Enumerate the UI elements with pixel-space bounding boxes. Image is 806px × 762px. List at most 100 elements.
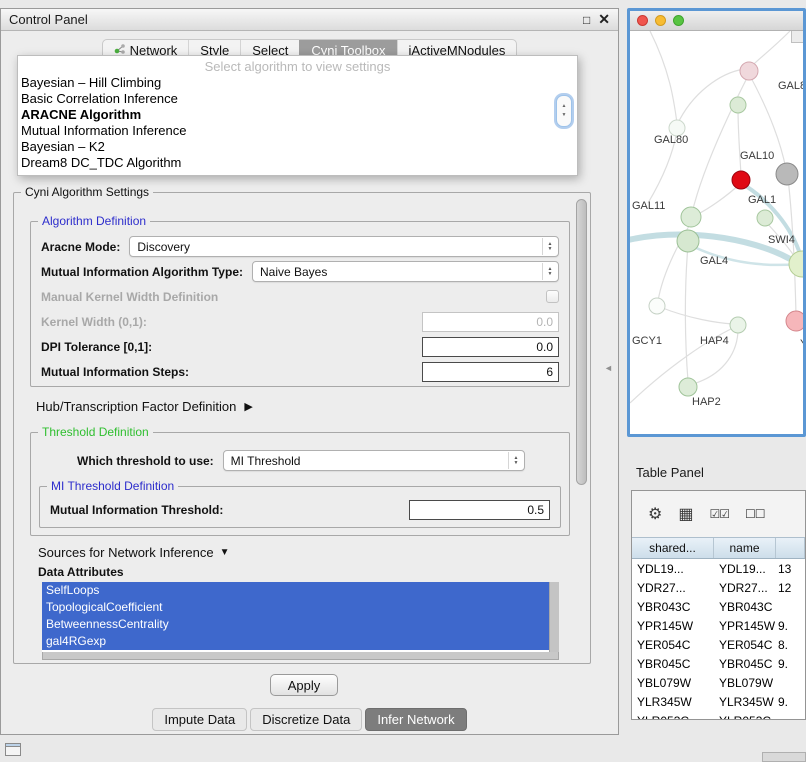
kernel-width-label: Kernel Width (0,1): — [41, 315, 147, 329]
threshold-definition-title: Threshold Definition — [38, 425, 153, 439]
column-header-name[interactable]: name — [714, 538, 776, 558]
network-node-gal11[interactable] — [681, 207, 701, 227]
algorithm-dropdown-popup: Select algorithm to view settings Bayesi… — [17, 55, 578, 176]
kernel-width-field[interactable]: 0.0 — [422, 312, 559, 332]
attribute-item-betweennesscentrality[interactable]: BetweennessCentrality — [42, 616, 549, 633]
node-label-gal11: GAL11 — [632, 200, 665, 212]
algorithm-option-dream8-dc-tdc-algorithm[interactable]: Dream8 DC_TDC Algorithm — [18, 155, 577, 171]
table-row[interactable]: YER054CYER054C8. — [632, 635, 805, 654]
control-panel-titlebar[interactable]: Control Panel □ ✕ — [1, 9, 618, 31]
algorithm-option-mutual-information-inference[interactable]: Mutual Information Inference — [18, 123, 577, 139]
minimize-traffic-light-icon[interactable] — [655, 15, 666, 26]
network-node[interactable] — [649, 298, 665, 314]
bottom-tab-impute-data[interactable]: Impute Data — [152, 708, 247, 731]
hub-definition-section[interactable]: Hub/Transcription Factor Definition ▶ — [36, 399, 253, 414]
network-edge — [751, 31, 790, 67]
close-icon[interactable]: ✕ — [598, 11, 610, 28]
network-node-gal4[interactable] — [677, 230, 699, 252]
algorithm-option-basic-correlation-inference[interactable]: Basic Correlation Inference — [18, 91, 577, 107]
network-canvas[interactable]: GAL8GAL80GAL10GAL11GAL1SWI4GAL4GCY1HAP4Y… — [630, 31, 803, 434]
float-window-icon[interactable]: □ — [583, 13, 590, 27]
table-row[interactable]: YBL079WYBL079W — [632, 673, 805, 692]
bottom-scrollbar-fragment[interactable] — [762, 752, 806, 762]
collapsed-arrow-icon[interactable]: ▶ — [244, 400, 252, 413]
table-panel-title: Table Panel — [636, 465, 704, 480]
apply-button[interactable]: Apply — [270, 674, 338, 696]
expanded-arrow-icon[interactable]: ▼ — [220, 547, 230, 558]
attribute-list-hscrollbar[interactable] — [42, 652, 559, 660]
table-cell: YBR045C — [714, 657, 776, 671]
sources-section[interactable]: Sources for Network Inference ▼ — [38, 545, 229, 560]
network-window-titlebar[interactable] — [630, 11, 803, 31]
table-body: YDL19...YDL19...13YDR27...YDR27...12YBR0… — [632, 559, 805, 720]
network-node[interactable] — [732, 171, 750, 189]
network-edge — [738, 108, 741, 176]
bottom-tab-discretize-data[interactable]: Discretize Data — [250, 708, 362, 731]
table-cell: YDL19... — [714, 562, 776, 576]
algorithm-option-bayesian-hill-climbing[interactable]: Bayesian – Hill Climbing — [18, 75, 577, 91]
table-row[interactable]: YBR045CYBR045C9. — [632, 654, 805, 673]
mi-steps-field[interactable]: 6 — [422, 362, 559, 382]
scrollbar-thumb[interactable] — [576, 199, 587, 485]
algorithm-option-aracne-algorithm[interactable]: ARACNE Algorithm — [18, 107, 577, 123]
select-all-icon[interactable]: ☑☑ — [709, 507, 729, 521]
mi-steps-label: Mutual Information Steps: — [41, 365, 189, 379]
settings-scrollbar[interactable] — [575, 199, 588, 657]
algorithm-option-bayesian-k2[interactable]: Bayesian – K2 — [18, 139, 577, 155]
combo-stepper-focus-fragment[interactable]: ▲▼ — [556, 95, 572, 127]
attribute-items: SelfLoopsTopologicalCoefficientBetweenne… — [42, 582, 549, 652]
gear-icon[interactable]: ⚙ — [648, 504, 662, 524]
column-header-cut[interactable] — [776, 538, 805, 558]
column-header-shared[interactable]: shared... — [632, 538, 714, 558]
table-row[interactable]: YDR27...YDR27...12 — [632, 578, 805, 597]
node-label-swi4: SWI4 — [768, 234, 795, 246]
network-view-window: GAL8GAL80GAL10GAL11GAL1SWI4GAL4GCY1HAP4Y… — [627, 8, 806, 437]
table-header-row: shared...name — [632, 537, 805, 559]
which-threshold-select[interactable]: MI Threshold ▲▼ — [223, 450, 525, 471]
manual-kernel-checkbox[interactable] — [546, 290, 559, 303]
which-threshold-value: MI Threshold — [231, 454, 301, 468]
threshold-definition-group: Threshold Definition Which threshold to … — [30, 432, 570, 536]
network-node[interactable] — [730, 97, 746, 113]
algorithm-list: Bayesian – Hill ClimbingBasic Correlatio… — [18, 75, 577, 171]
table-row[interactable]: YLR345WYLR345W9. — [632, 692, 805, 711]
network-edge — [692, 74, 749, 213]
minimized-panel-icon[interactable] — [5, 743, 21, 756]
table-cell: YBR043C — [632, 600, 714, 614]
network-node-gal1[interactable] — [757, 210, 773, 226]
dpi-tolerance-field[interactable]: 0.0 — [422, 337, 559, 357]
bottom-tab-infer-network[interactable]: Infer Network — [365, 708, 466, 731]
network-node[interactable] — [786, 311, 803, 331]
network-node-hap2[interactable] — [679, 378, 697, 396]
dropdown-placeholder: Select algorithm to view settings — [18, 58, 577, 75]
data-attributes-list: SelfLoopsTopologicalCoefficientBetweenne… — [42, 582, 559, 660]
attribute-list-vscrollbar[interactable] — [549, 582, 559, 652]
manual-kernel-label: Manual Kernel Width Definition — [41, 290, 218, 304]
network-node-swi4[interactable] — [789, 251, 803, 277]
table-row[interactable]: YLR053CYLR053C — [632, 711, 805, 720]
mi-threshold-field[interactable]: 0.5 — [409, 500, 550, 520]
table-row[interactable]: YPR145WYPR145W9. — [632, 616, 805, 635]
attribute-item-gal4rgexp[interactable]: gal4RGexp — [42, 633, 549, 650]
table-cell: YER054C — [632, 638, 714, 652]
table-row[interactable]: YDL19...YDL19...13 — [632, 559, 805, 578]
aracne-mode-select[interactable]: Discovery ▲▼ — [129, 236, 559, 257]
table-cell: YLR053C — [632, 714, 714, 721]
network-node-gal10[interactable] — [776, 163, 798, 185]
network-node[interactable] — [740, 62, 758, 80]
columns-icon[interactable]: ▦ — [678, 504, 693, 524]
attribute-item-selfloops[interactable]: SelfLoops — [42, 582, 549, 599]
stepper-icon: ▲▼ — [542, 238, 557, 255]
attribute-item-topologicalcoefficient[interactable]: TopologicalCoefficient — [42, 599, 549, 616]
close-traffic-light-icon[interactable] — [637, 15, 648, 26]
zoom-traffic-light-icon[interactable] — [673, 15, 684, 26]
table-row[interactable]: YBR043CYBR043C — [632, 597, 805, 616]
network-node[interactable] — [730, 317, 746, 333]
mi-type-select[interactable]: Naive Bayes ▲▼ — [252, 261, 559, 282]
network-edge — [677, 69, 744, 125]
deselect-all-icon[interactable]: ☐☐ — [745, 507, 765, 521]
node-label-y: Y — [800, 338, 803, 350]
panel-splitter-icon[interactable]: ◄ — [604, 363, 613, 373]
network-edge — [698, 183, 741, 214]
table-cell: YLR345W — [714, 695, 776, 709]
